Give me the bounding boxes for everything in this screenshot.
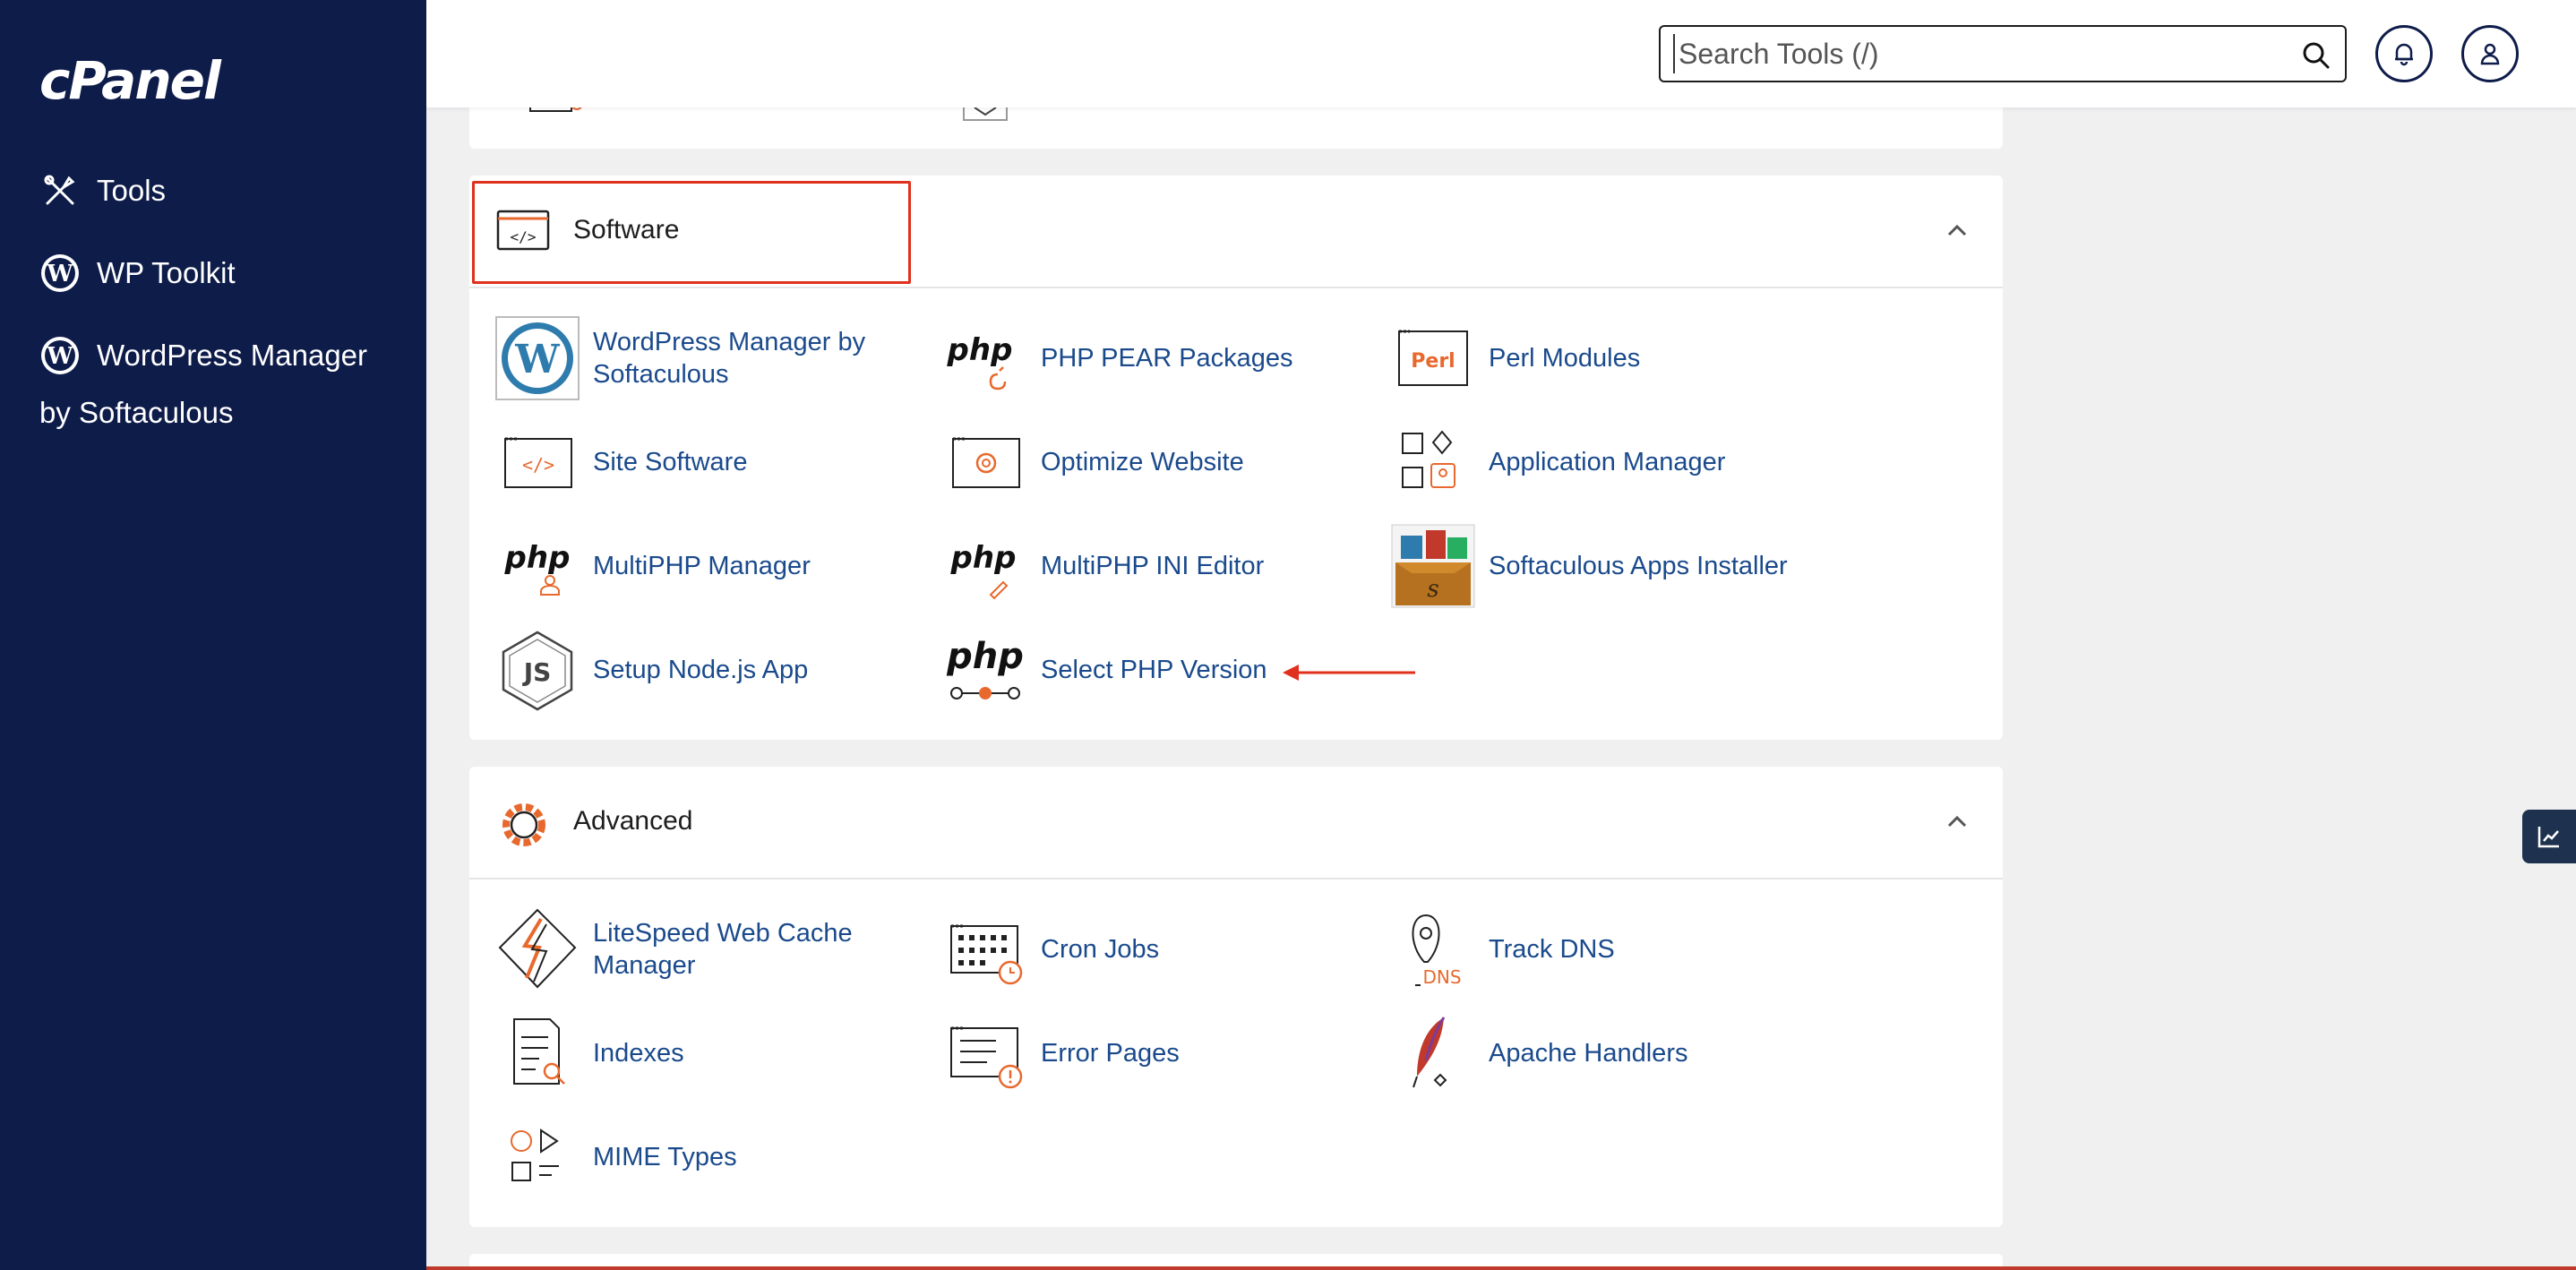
- sidebar-item-label: Tools: [97, 174, 167, 207]
- tool-label: Track DNS: [1489, 935, 1615, 964]
- tool-application-manager[interactable]: Application Manager: [1390, 419, 1725, 505]
- tool-label: Setup Node.js App: [593, 656, 809, 684]
- tool-label: Select PHP Version: [1041, 656, 1267, 684]
- cpanel-logo[interactable]: cPanel: [39, 50, 221, 111]
- bottom-accent-line: [426, 1266, 2576, 1270]
- tool-litespeed-web-cache-manager[interactable]: LiteSpeed Web Cache Manager: [494, 906, 880, 992]
- svg-text:JS: JS: [522, 657, 552, 687]
- wordpress-icon: W: [39, 253, 81, 294]
- tool-label: Perl Modules: [1489, 344, 1641, 373]
- php-pear-icon: php: [942, 315, 1028, 401]
- tool-wordpress-manager[interactable]: W WordPress Manager by Softaculous: [494, 315, 880, 401]
- php-edit-icon: php: [942, 523, 1028, 609]
- tool-label: Indexes: [593, 1039, 684, 1068]
- tool-optimize-website[interactable]: Optimize Website: [942, 419, 1244, 505]
- tool-label: Cron Jobs: [1041, 935, 1160, 964]
- sidebar-item-wordpress-manager[interactable]: W WordPress Manager: [39, 335, 367, 376]
- search-input[interactable]: [1673, 34, 2282, 73]
- code-window-icon: </>: [494, 419, 580, 505]
- error-pages-icon: [942, 1010, 1028, 1096]
- divider: [469, 287, 2003, 288]
- chevron-up-icon[interactable]: [1944, 217, 1971, 244]
- sidebar-item-label: WordPress Manager: [97, 339, 368, 372]
- optimize-icon: [942, 419, 1028, 505]
- tool-label: LiteSpeed Web Cache Manager: [593, 919, 853, 980]
- tool-apache-handlers[interactable]: Apache Handlers: [1390, 1010, 1687, 1096]
- search-icon[interactable]: [2300, 39, 2332, 72]
- wordpress-icon: W: [39, 335, 81, 376]
- nodejs-icon: JS: [494, 627, 580, 713]
- php-version-icon: php: [942, 627, 1028, 713]
- tools-icon: [39, 170, 81, 211]
- tool-label: MultiPHP Manager: [593, 552, 811, 580]
- tool-label: Optimize Website: [1041, 448, 1244, 476]
- tool-php-pear-packages[interactable]: php PHP PEAR Packages: [942, 315, 1293, 401]
- section-title[interactable]: Advanced: [573, 806, 692, 837]
- chevron-up-icon[interactable]: [1944, 808, 1971, 835]
- gear-icon: [502, 803, 545, 846]
- cron-icon: [942, 906, 1028, 992]
- svg-text:s: s: [1427, 576, 1438, 603]
- tool-multiphp-manager[interactable]: php MultiPHP Manager: [494, 523, 811, 609]
- svg-text:php: php: [950, 540, 1017, 576]
- litespeed-icon: [494, 906, 580, 992]
- sidebar-item-label: WP Toolkit: [97, 256, 236, 289]
- top-header: [426, 0, 2576, 107]
- svg-text:</>: </>: [522, 454, 554, 476]
- notifications-button[interactable]: [2375, 25, 2433, 82]
- divider: [469, 878, 2003, 880]
- tool-site-software[interactable]: </> Site Software: [494, 419, 747, 505]
- svg-text:</>: </>: [511, 228, 537, 245]
- tool-multiphp-ini-editor[interactable]: php MultiPHP INI Editor: [942, 523, 1264, 609]
- stats-panel-toggle[interactable]: [2522, 810, 2576, 863]
- tool-cron-jobs[interactable]: Cron Jobs: [942, 906, 1159, 992]
- tool-label: PHP PEAR Packages: [1041, 344, 1293, 373]
- mime-types-icon: [494, 1114, 580, 1200]
- indexes-icon: [494, 1010, 580, 1096]
- tool-label: Application Manager: [1489, 448, 1726, 476]
- tool-label: Site Software: [593, 448, 748, 476]
- user-icon: [2480, 43, 2500, 65]
- tool-setup-nodejs-app[interactable]: JS Setup Node.js App: [494, 627, 808, 713]
- wordpress-logo-icon: W: [494, 315, 580, 401]
- sidebar-item-label-continued[interactable]: by Softaculous: [39, 396, 233, 430]
- user-menu-button[interactable]: [2461, 25, 2519, 82]
- dns-badge: DNS: [1422, 966, 1461, 988]
- tool-track-dns[interactable]: DNS Track DNS: [1390, 906, 1615, 992]
- tool-softaculous-apps-installer[interactable]: s Softaculous Apps Installer: [1390, 523, 1788, 609]
- bell-icon: [2395, 43, 2413, 66]
- tool-label: MultiPHP INI Editor: [1041, 552, 1265, 580]
- tool-indexes[interactable]: Indexes: [494, 1010, 684, 1096]
- svg-text:php: php: [504, 540, 571, 576]
- software-section-icon: </>: [496, 210, 550, 251]
- annotation-arrow: [1283, 665, 1415, 681]
- app-manager-icon: [1390, 419, 1476, 505]
- sidebar-item-tools[interactable]: Tools: [39, 170, 166, 211]
- tool-label: Error Pages: [1041, 1039, 1180, 1068]
- sidebar: cPanel Tools W WP Toolkit W WordPress Ma…: [0, 0, 426, 1270]
- sidebar-item-wp-toolkit[interactable]: W WP Toolkit: [39, 253, 236, 294]
- php-user-icon: php: [494, 523, 580, 609]
- tool-mime-types[interactable]: MIME Types: [494, 1114, 737, 1200]
- tool-error-pages[interactable]: Error Pages: [942, 1010, 1180, 1096]
- svg-text:W: W: [514, 337, 560, 382]
- perl-badge: Perl: [1411, 350, 1455, 373]
- search-box[interactable]: [1659, 25, 2347, 82]
- apache-feather-icon: [1390, 1010, 1476, 1096]
- tool-perl-modules[interactable]: Perl Perl Modules: [1390, 315, 1640, 401]
- tool-label: Softaculous Apps Installer: [1489, 552, 1788, 580]
- php-text: php: [947, 332, 1013, 368]
- perl-icon: Perl: [1390, 315, 1476, 401]
- section-title[interactable]: Software: [573, 215, 679, 245]
- svg-text:W: W: [46, 343, 73, 370]
- track-dns-icon: DNS: [1390, 906, 1476, 992]
- tool-label: Apache Handlers: [1489, 1039, 1688, 1068]
- tool-select-php-version[interactable]: php Select PHP Version: [942, 627, 1267, 713]
- svg-text:W: W: [46, 261, 73, 287]
- svg-text:php: php: [946, 636, 1024, 677]
- tool-label: WordPress Manager by Softaculous: [593, 328, 866, 389]
- softaculous-icon: s: [1390, 523, 1476, 609]
- tool-label: MIME Types: [593, 1143, 737, 1171]
- chart-line-icon: [2537, 827, 2559, 848]
